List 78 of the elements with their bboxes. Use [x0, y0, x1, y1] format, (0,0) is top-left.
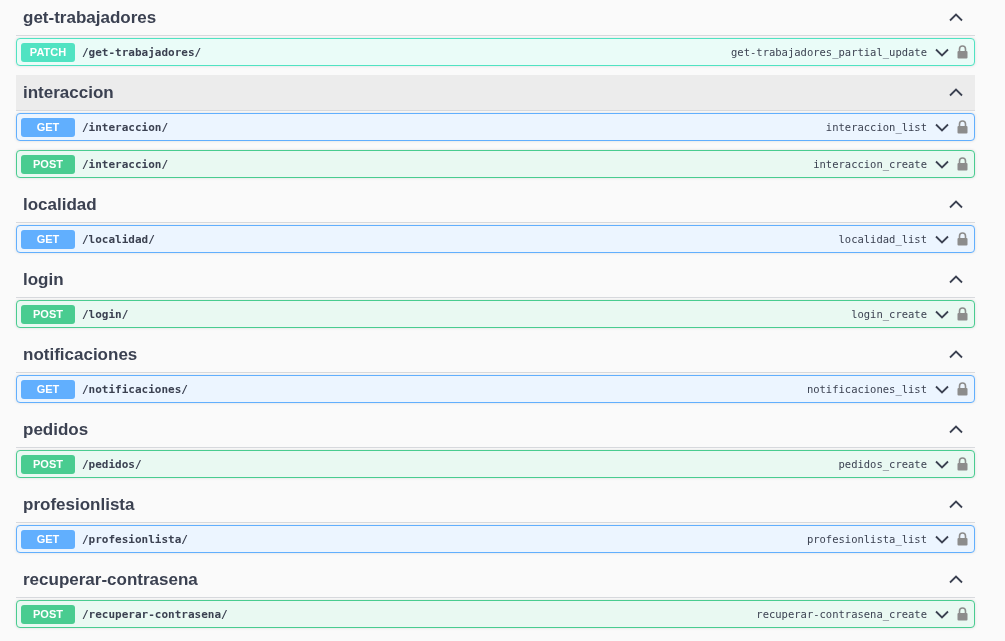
operation-row[interactable]: PATCH /get-trabajadores/ get-trabajadores_partial_update [16, 38, 975, 66]
endpoint-path: /localidad/ [82, 232, 156, 246]
expand-chevron-icon[interactable] [935, 159, 949, 169]
tag-name: pedidos [23, 419, 90, 440]
tag-name: login [23, 269, 65, 290]
collapse-chevron-icon[interactable] [949, 13, 963, 22]
collapse-chevron-icon[interactable] [949, 425, 963, 434]
operation-row[interactable]: GET /notificaciones/ notificaciones_list [16, 375, 975, 403]
operation-row[interactable]: GET /localidad/ localidad_list [16, 225, 975, 253]
padlock-icon[interactable] [957, 307, 968, 321]
tag-name: recuperar-contrasena [23, 569, 199, 590]
endpoint-path: /interaccion/ [82, 157, 170, 171]
padlock-icon[interactable] [957, 45, 968, 59]
operation-id: login_create [851, 308, 927, 320]
expand-chevron-icon[interactable] [935, 47, 949, 57]
operation-row[interactable]: POST /interaccion/ interaccion_create [16, 150, 975, 178]
operation-row[interactable]: GET /interaccion/ interaccion_list [16, 113, 975, 141]
collapse-chevron-icon[interactable] [949, 200, 963, 209]
tag-header[interactable]: pedidos [16, 412, 975, 448]
expand-chevron-icon[interactable] [935, 459, 949, 469]
endpoint-path: /profesionlista/ [82, 532, 189, 546]
operation-id: recuperar-contrasena_create [756, 608, 927, 620]
tag-header[interactable]: login [16, 262, 975, 298]
tag-header[interactable]: localidad [16, 187, 975, 223]
collapse-chevron-icon[interactable] [949, 575, 963, 584]
expand-chevron-icon[interactable] [935, 534, 949, 544]
padlock-icon[interactable] [957, 232, 968, 246]
padlock-icon[interactable] [957, 607, 968, 621]
padlock-icon[interactable] [957, 457, 968, 471]
tag-header[interactable]: profesionlista [16, 487, 975, 523]
expand-chevron-icon[interactable] [935, 309, 949, 319]
operation-id: pedidos_create [838, 458, 927, 470]
tag-header[interactable]: recuperar-contrasena [16, 562, 975, 598]
method-badge: POST [21, 304, 75, 324]
operation-row[interactable]: POST /pedidos/ pedidos_create [16, 450, 975, 478]
method-badge: GET [21, 379, 75, 399]
collapse-chevron-icon[interactable] [949, 500, 963, 509]
expand-chevron-icon[interactable] [935, 384, 949, 394]
padlock-icon[interactable] [957, 532, 968, 546]
padlock-icon[interactable] [957, 382, 968, 396]
expand-chevron-icon[interactable] [935, 234, 949, 244]
operation-id: get-trabajadores_partial_update [731, 46, 927, 58]
method-badge: GET [21, 529, 75, 549]
tag-name: interaccion [23, 82, 115, 103]
expand-chevron-icon[interactable] [935, 609, 949, 619]
tag-header[interactable]: notificaciones [16, 337, 975, 373]
method-badge: GET [21, 229, 75, 249]
endpoint-path: /get-trabajadores/ [82, 45, 203, 59]
operation-id: notificaciones_list [806, 383, 927, 395]
tag-name: get-trabajadores [23, 7, 158, 28]
method-badge: PATCH [21, 42, 75, 62]
tag-header[interactable]: interaccion [16, 75, 975, 111]
operation-id: profesionlista_list [806, 533, 927, 545]
collapse-chevron-icon[interactable] [949, 275, 963, 284]
operation-row[interactable]: GET /profesionlista/ profesionlista_list [16, 525, 975, 553]
endpoint-path: /pedidos/ [82, 457, 143, 471]
tag-name: notificaciones [23, 344, 139, 365]
expand-chevron-icon[interactable] [935, 122, 949, 132]
collapse-chevron-icon[interactable] [949, 88, 963, 97]
operation-id: interaccion_create [813, 158, 927, 170]
operation-id: localidad_list [838, 233, 927, 245]
method-badge: GET [21, 117, 75, 137]
method-badge: POST [21, 154, 75, 174]
method-badge: POST [21, 604, 75, 624]
tag-name: profesionlista [23, 494, 136, 515]
operation-row[interactable]: POST /recuperar-contrasena/ recuperar-contrasena_create [16, 600, 975, 628]
method-badge: POST [21, 454, 75, 474]
endpoint-path: /recuperar-contrasena/ [82, 607, 229, 621]
collapse-chevron-icon[interactable] [949, 350, 963, 359]
padlock-icon[interactable] [957, 157, 968, 171]
endpoint-path: /login/ [82, 307, 130, 321]
tag-header[interactable]: get-trabajadores [16, 0, 975, 36]
endpoint-path: /interaccion/ [82, 120, 170, 134]
operation-id: interaccion_list [825, 121, 927, 133]
padlock-icon[interactable] [957, 120, 968, 134]
endpoint-path: /notificaciones/ [82, 382, 189, 396]
operation-row[interactable]: POST /login/ login_create [16, 300, 975, 328]
tag-name: localidad [23, 194, 98, 215]
